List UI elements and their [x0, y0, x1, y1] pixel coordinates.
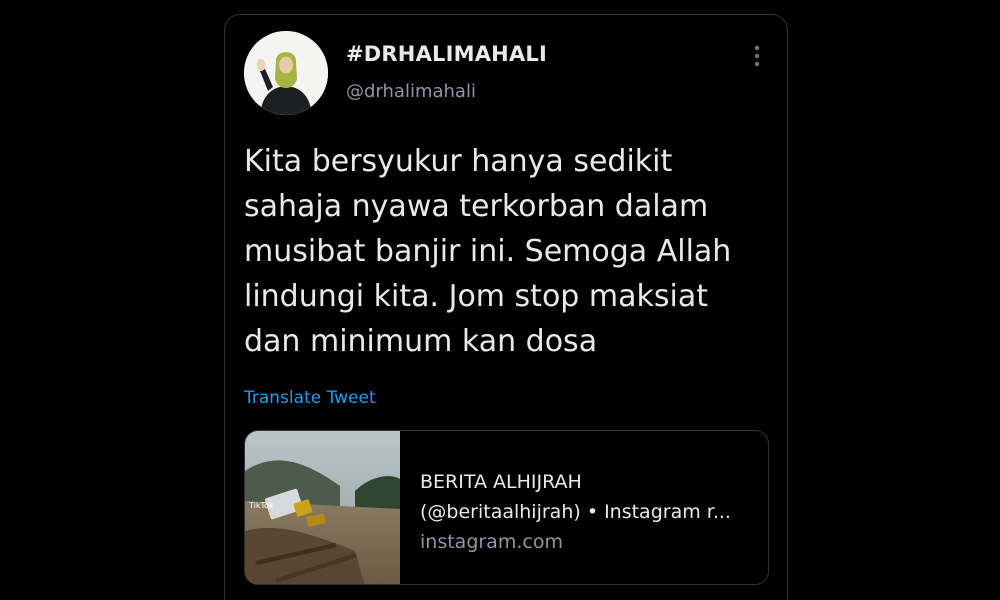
link-description: (@beritaalhijrah) • Instagram r...	[420, 501, 731, 523]
tweet-text: Kita bersyukur hanya sedikit sahaja nyaw…	[244, 144, 732, 359]
translate-tweet-link[interactable]: Translate Tweet	[244, 388, 376, 408]
screen: #DRHALIMAHALI @drhalimahali Kita bersyuk…	[0, 0, 1000, 600]
user-handle[interactable]: @drhalimahali	[346, 81, 476, 102]
avatar-image	[244, 31, 328, 115]
more-options-button[interactable]	[745, 43, 769, 69]
tweet-card: #DRHALIMAHALI @drhalimahali Kita bersyuk…	[224, 14, 788, 600]
link-thumbnail: TikTok	[245, 431, 400, 584]
link-meta: BERITA ALHIJRAH (@beritaalhijrah) • Inst…	[420, 467, 760, 557]
tiktok-watermark: TikTok	[249, 501, 274, 510]
avatar[interactable]	[244, 31, 328, 115]
link-title: BERITA ALHIJRAH	[420, 471, 582, 493]
link-preview-card[interactable]: TikTok BERITA ALHIJRAH (@beritaalhijrah)…	[244, 430, 769, 585]
link-domain: instagram.com	[420, 531, 563, 553]
more-vertical-icon	[754, 45, 760, 67]
display-name[interactable]: #DRHALIMAHALI	[346, 42, 547, 66]
